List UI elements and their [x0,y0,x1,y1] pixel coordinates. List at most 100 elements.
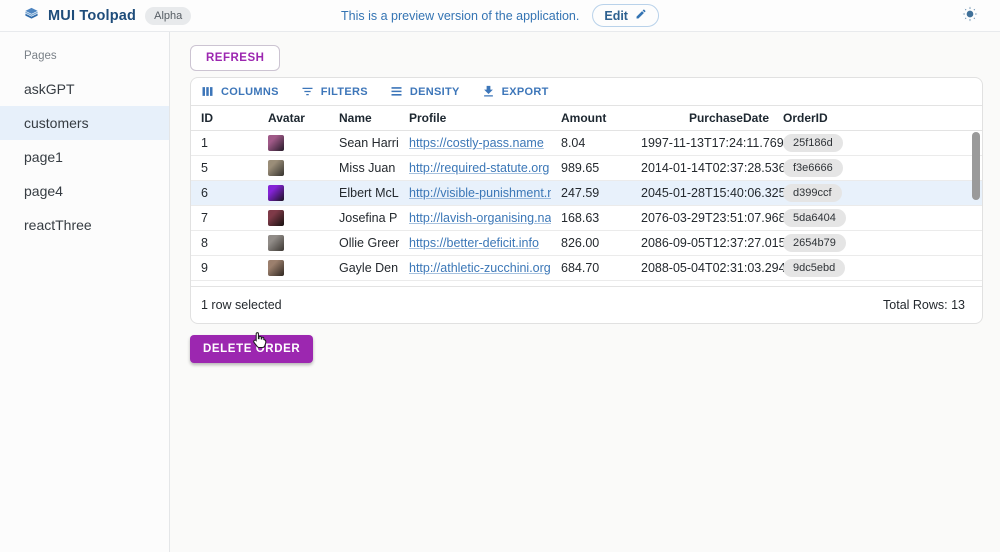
cell-avatar [258,235,329,251]
cell-id: 9 [191,261,258,275]
cell-name: Elbert McL… [329,186,399,200]
grid-toolbar: COLUMNS FILTERS DE [191,78,982,105]
profile-link[interactable]: http://visible-punishment.net [409,186,551,200]
order-id-chip: 5da6404 [783,209,846,227]
density-button-label: DENSITY [410,86,460,98]
sidebar-item-label: page4 [24,183,63,199]
cell-order-id: f3e6666 [773,159,903,177]
edit-button[interactable]: Edit [592,4,659,27]
table-row[interactable]: 9 Gayle Den… http://athletic-zucchini.or… [191,256,982,281]
theme-toggle-button[interactable] [962,6,978,25]
cell-amount: 684.70 [551,261,641,275]
columns-button[interactable]: COLUMNS [200,84,279,99]
avatar [268,135,284,151]
table-row[interactable]: 6 Elbert McL… http://visible-punishment.… [191,181,982,206]
export-download-icon [481,84,496,99]
cell-id: 5 [191,161,258,175]
sidebar-item-page4[interactable]: page4 [0,174,169,208]
order-id-chip: 2654b79 [783,234,846,252]
profile-link[interactable]: https://better-deficit.info [409,236,539,250]
column-header-profile[interactable]: Profile [399,111,551,125]
cell-name: Josefina P… [329,211,399,225]
order-id-chip: 9dc5ebd [783,259,845,277]
cell-amount: 826.00 [551,236,641,250]
cell-order-id: 25f186d [773,134,903,152]
cell-id: 7 [191,211,258,225]
export-button-label: EXPORT [502,86,549,98]
column-header-orderid[interactable]: OrderID [773,111,903,125]
toolpad-layers-icon [24,6,39,26]
avatar [268,160,284,176]
cell-order-id: 5da6404 [773,209,903,227]
cell-purchase-date: 1997-11-13T17:24:11.769Z [641,136,773,150]
sidebar-item-label: page1 [24,149,63,165]
column-header-purchasedate[interactable]: PurchaseDate [641,111,773,125]
cell-purchase-date: 2086-09-05T12:37:27.015Z [641,236,773,250]
sidebar-item-reactThree[interactable]: reactThree [0,208,169,242]
data-grid: COLUMNS FILTERS DE [190,77,983,324]
edit-button-label: Edit [604,9,628,23]
cell-avatar [258,135,329,151]
cell-avatar [258,185,329,201]
avatar [268,210,284,226]
filters-button-label: FILTERS [321,86,368,98]
cell-profile: http://athletic-zucchini.org [399,261,551,275]
profile-link[interactable]: https://costly-pass.name [409,136,544,150]
main-content: REFRESH COLUMNS [170,32,1000,552]
cell-amount: 8.04 [551,136,641,150]
sidebar-item-page1[interactable]: page1 [0,140,169,174]
column-header-id[interactable]: ID [191,111,258,125]
table-row[interactable]: 8 Ollie Green… https://better-deficit.in… [191,231,982,256]
sidebar-item-customers[interactable]: customers [0,106,169,140]
cell-profile: http://visible-punishment.net [399,186,551,200]
profile-link[interactable]: http://athletic-zucchini.org [409,261,551,275]
sidebar-item-askGPT[interactable]: askGPT [0,72,169,106]
cell-profile: http://required-statute.org [399,161,551,175]
cell-purchase-date: 2088-05-04T02:31:03.294Z [641,261,773,275]
table-row[interactable]: 5 Miss Juan … http://required-statute.or… [191,156,982,181]
avatar [268,235,284,251]
filters-button[interactable]: FILTERS [300,84,368,99]
cell-profile: https://better-deficit.info [399,236,551,250]
cell-id: 6 [191,186,258,200]
cell-name: Sean Harris [329,136,399,150]
order-id-chip: 25f186d [783,134,843,152]
table-row[interactable]: 1 Sean Harris https://costly-pass.name 8… [191,131,982,156]
sidebar: Pages askGPT customers page1 page4 react… [0,32,170,552]
avatar [268,260,284,276]
delete-order-button[interactable]: DELETE ORDER [190,335,313,363]
profile-link[interactable]: http://lavish-organising.name [409,211,551,225]
density-button[interactable]: DENSITY [389,84,460,99]
total-rows-label: Total Rows: 13 [883,298,965,312]
cell-purchase-date: 2045-01-28T15:40:06.325Z [641,186,773,200]
cell-name: Miss Juan … [329,161,399,175]
pencil-icon [635,8,647,23]
selection-status: 1 row selected [201,298,282,312]
vertical-scrollbar[interactable] [972,132,980,280]
table-row[interactable]: 7 Josefina P… http://lavish-organising.n… [191,206,982,231]
cell-name: Gayle Den… [329,261,399,275]
preview-banner-text: This is a preview version of the applica… [341,9,579,23]
cell-order-id: 9dc5ebd [773,259,903,277]
columns-button-label: COLUMNS [221,86,279,98]
profile-link[interactable]: http://required-statute.org [409,161,549,175]
column-header-amount[interactable]: Amount [551,111,641,125]
grid-footer: 1 row selected Total Rows: 13 [191,286,982,323]
cell-amount: 168.63 [551,211,641,225]
export-button[interactable]: EXPORT [481,84,549,99]
cell-amount: 247.59 [551,186,641,200]
alpha-badge: Alpha [145,7,191,25]
cell-avatar [258,210,329,226]
sidebar-nav: askGPT customers page1 page4 reactThree [0,72,169,242]
grid-rows: 1 Sean Harris https://costly-pass.name 8… [191,131,982,281]
cell-order-id: 2654b79 [773,234,903,252]
refresh-button[interactable]: REFRESH [190,45,280,71]
sun-icon [962,6,978,25]
cell-order-id: d399ccf [773,184,903,202]
sidebar-item-label: customers [24,115,89,131]
scrollbar-thumb[interactable] [972,132,980,200]
brand: MUI Toolpad Alpha [0,6,191,26]
column-header-name[interactable]: Name [329,111,399,125]
column-header-avatar[interactable]: Avatar [258,111,329,125]
density-icon [389,84,404,99]
